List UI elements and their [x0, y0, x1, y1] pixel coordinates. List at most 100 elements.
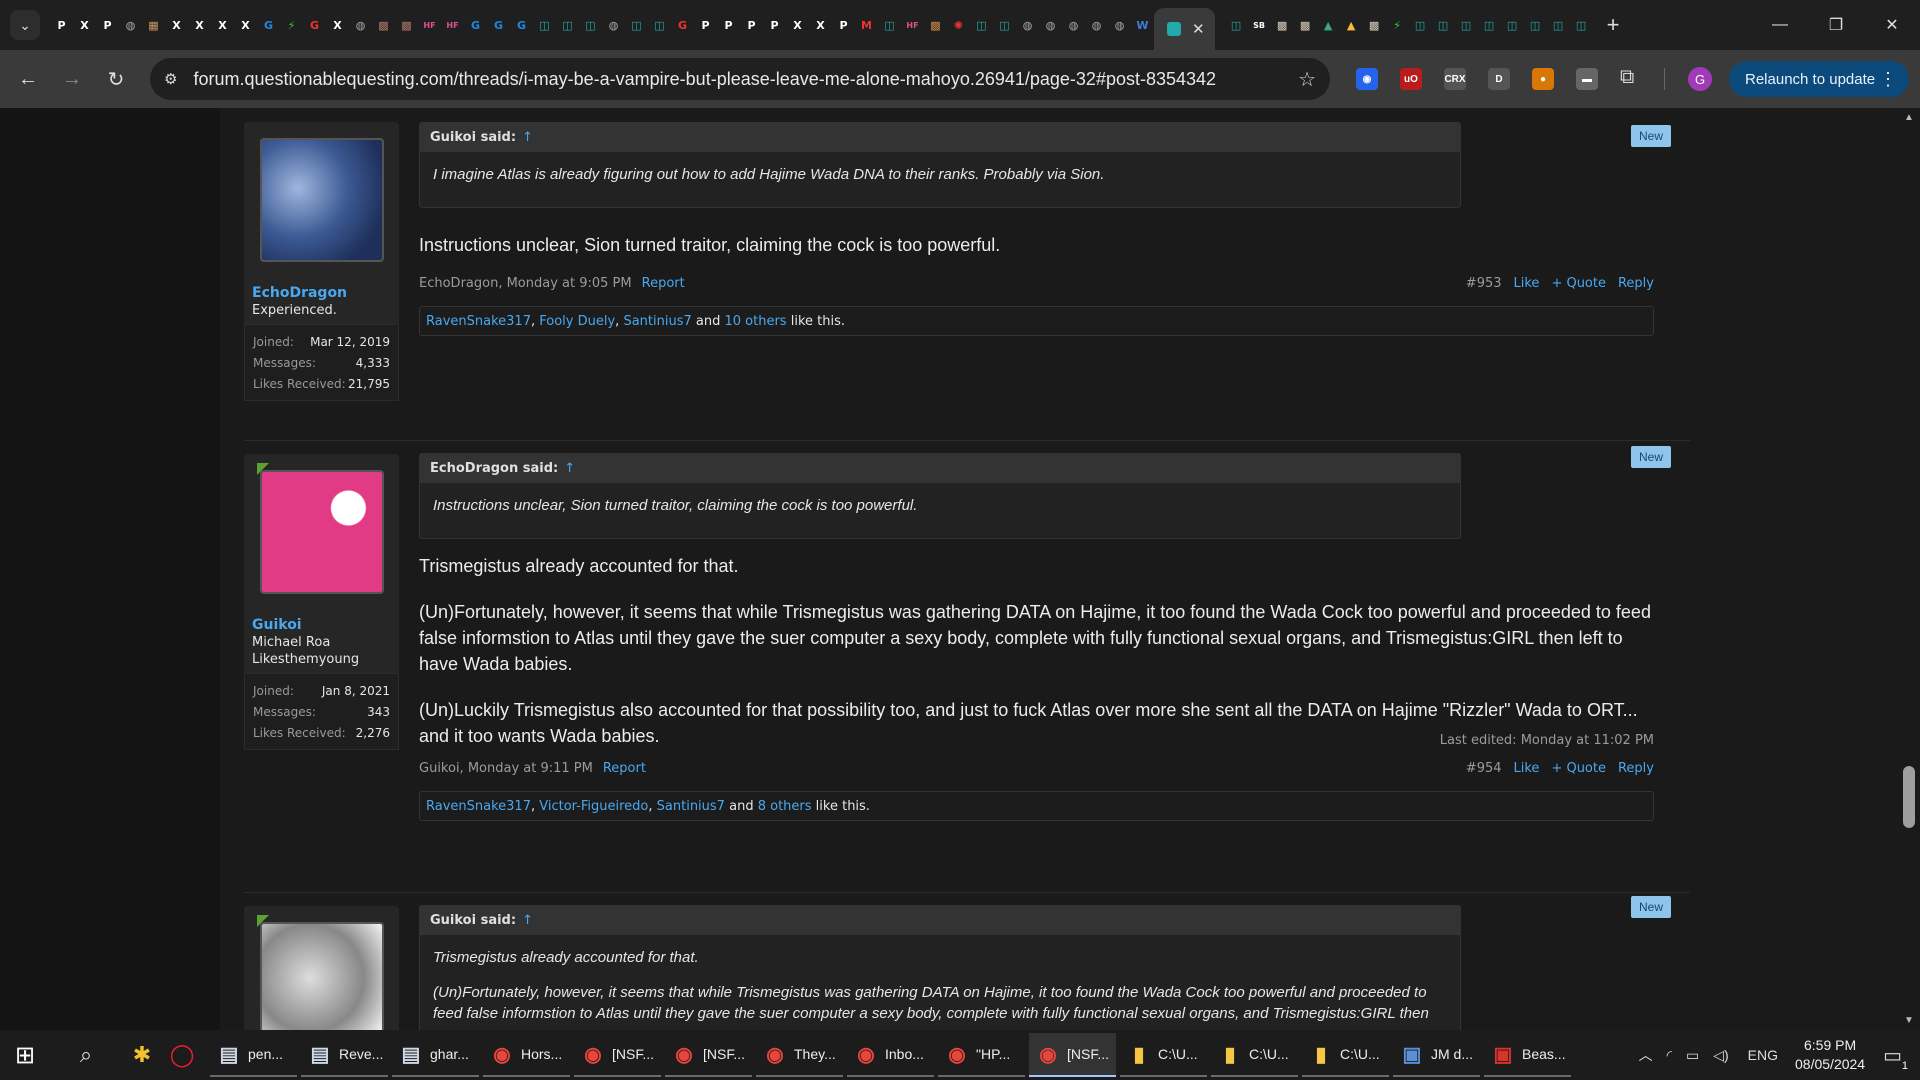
report-link[interactable]: Report — [642, 276, 685, 291]
tab-favicon[interactable]: G — [260, 17, 277, 34]
menu-dots-icon[interactable]: ⋮ — [1879, 69, 1897, 90]
extension-icon[interactable]: ◉ — [1356, 68, 1378, 90]
tab-favicon[interactable]: G — [674, 17, 691, 34]
scrollbar-thumb[interactable] — [1903, 766, 1915, 828]
tab-favicon[interactable]: ▩ — [927, 17, 944, 34]
page-scrollbar[interactable]: ▲ ▼ — [1898, 108, 1920, 1030]
tab-favicon[interactable]: X — [191, 17, 208, 34]
tab-favicon[interactable]: G — [513, 17, 530, 34]
profile-avatar[interactable]: G — [1688, 67, 1712, 91]
search-icon[interactable]: ⌕ — [66, 1042, 106, 1068]
avatar[interactable] — [259, 137, 384, 262]
extension-icon[interactable]: uO — [1400, 68, 1422, 90]
restore-icon[interactable]: ❐ — [1808, 0, 1864, 50]
tab-favicon[interactable]: ◍ — [1088, 17, 1105, 34]
url-text[interactable]: forum.questionablequesting.com/threads/i… — [193, 69, 1216, 90]
likes-others-link[interactable]: 8 others — [758, 799, 812, 814]
quote-header[interactable]: Guikoi said: ↑ — [420, 906, 1460, 935]
tab-favicon[interactable]: ▩ — [1297, 17, 1314, 34]
tab-favicon[interactable]: P — [743, 17, 760, 34]
tab-favicon[interactable]: X — [168, 17, 185, 34]
relaunch-button[interactable]: Relaunch to update ⋮ — [1729, 61, 1909, 97]
like-link[interactable]: Like — [1514, 761, 1540, 776]
taskbar-app-button[interactable]: ▤ Reve... — [301, 1033, 388, 1077]
tab-favicon[interactable]: X — [214, 17, 231, 34]
tab-favicon[interactable]: G — [306, 17, 323, 34]
taskbar-app-button[interactable]: ▮ C:\U... — [1120, 1033, 1207, 1077]
tab-favicon[interactable]: ◫ — [582, 17, 599, 34]
wifi-icon[interactable]: ◜ — [1667, 1047, 1672, 1064]
taskbar-app-button[interactable]: ◉ [NSF... — [665, 1033, 752, 1077]
quote-header[interactable]: Guikoi said: ↑ — [420, 123, 1460, 152]
tab-favicon[interactable]: M — [858, 17, 875, 34]
minimize-icon[interactable]: — — [1752, 0, 1808, 50]
tab-favicon[interactable]: ▲ — [1320, 17, 1337, 34]
taskbar-app-button[interactable]: ▮ C:\U... — [1211, 1033, 1298, 1077]
tab-favicon[interactable]: ◍ — [1111, 17, 1128, 34]
tab-favicon[interactable]: HF — [904, 17, 921, 34]
taskbar-app-button[interactable]: ◉ "HP... — [938, 1033, 1025, 1077]
tab-favicon[interactable]: P — [720, 17, 737, 34]
active-tab[interactable]: ✕ — [1154, 8, 1215, 50]
tab-favicon[interactable]: ▦ — [145, 17, 162, 34]
taskbar-app-button[interactable]: ◉ Hors... — [483, 1033, 570, 1077]
tab-favicon[interactable]: ◫ — [1504, 17, 1521, 34]
close-tab-icon[interactable]: ✕ — [1192, 20, 1205, 38]
tab-favicon[interactable]: ⚡ — [283, 17, 300, 34]
extensions-puzzle-icon[interactable]: ⧉ — [1620, 66, 1634, 89]
tab-favicon[interactable]: X — [812, 17, 829, 34]
post-author-time[interactable]: Guikoi, Monday at 9:11 PM — [419, 761, 593, 776]
tab-favicon[interactable]: ▩ — [1366, 17, 1383, 34]
tab-favicon[interactable]: ◫ — [559, 17, 576, 34]
windows-start-icon[interactable]: ⊞ — [0, 1041, 50, 1070]
close-window-icon[interactable]: ✕ — [1864, 0, 1920, 50]
tab-favicon[interactable]: HF — [444, 17, 461, 34]
address-bar[interactable]: ⚙ forum.questionablequesting.com/threads… — [150, 58, 1330, 100]
quote-link[interactable]: + Quote — [1551, 276, 1606, 291]
tab-favicon[interactable]: ◍ — [1019, 17, 1036, 34]
liker-link[interactable]: Santinius7 — [623, 314, 691, 329]
tray-chevron-up-icon[interactable]: ︿ — [1639, 1045, 1653, 1065]
taskbar-app-button[interactable]: ▤ pen... — [210, 1033, 297, 1077]
taskbar-app-button[interactable]: ▤ ghar... — [392, 1033, 479, 1077]
tab-favicon[interactable]: P — [697, 17, 714, 34]
tab-favicon[interactable]: ▩ — [1274, 17, 1291, 34]
clock[interactable]: 6:59 PM 08/05/2024 — [1795, 1036, 1865, 1074]
tab-favicon[interactable]: X — [237, 17, 254, 34]
tab-favicon[interactable]: SB — [1251, 17, 1268, 34]
battery-icon[interactable]: ▭ — [1686, 1047, 1699, 1064]
tab-favicon[interactable]: ✺ — [950, 17, 967, 34]
reply-link[interactable]: Reply — [1618, 276, 1654, 291]
taskbar-app-button[interactable]: ◉ [NSF... — [1029, 1033, 1116, 1077]
quote-link[interactable]: + Quote — [1551, 761, 1606, 776]
site-info-icon[interactable]: ⚙ — [164, 70, 177, 88]
likes-others-link[interactable]: 10 others — [725, 314, 787, 329]
tab-favicon[interactable]: ◫ — [881, 17, 898, 34]
extension-icon[interactable]: D — [1488, 68, 1510, 90]
taskbar-app-button[interactable]: ◉ [NSF... — [574, 1033, 661, 1077]
liker-link[interactable]: RavenSnake317 — [426, 799, 531, 814]
tab-favicon[interactable]: P — [835, 17, 852, 34]
quote-jump-arrow-icon[interactable]: ↑ — [522, 130, 533, 145]
tab-favicon[interactable]: X — [76, 17, 93, 34]
username-link[interactable]: Guikoi — [244, 609, 399, 633]
tab-favicon[interactable]: ◫ — [1412, 17, 1429, 34]
quote-jump-arrow-icon[interactable]: ↑ — [564, 461, 575, 476]
tab-favicon[interactable]: ◫ — [1435, 17, 1452, 34]
liker-link[interactable]: Fooly Duely — [539, 314, 615, 329]
tab-favicon[interactable]: ◫ — [651, 17, 668, 34]
taskbar-app-button[interactable]: ▮ C:\U... — [1302, 1033, 1389, 1077]
tab-favicon[interactable]: ◫ — [1481, 17, 1498, 34]
tab-favicon[interactable]: ◍ — [352, 17, 369, 34]
taskbar-app-button[interactable]: ◉ They... — [756, 1033, 843, 1077]
tab-favicon[interactable]: X — [789, 17, 806, 34]
back-arrow-icon[interactable]: ← — [6, 68, 50, 91]
tab-favicon[interactable]: ◫ — [536, 17, 553, 34]
tab-favicon[interactable]: P — [99, 17, 116, 34]
tab-favicon[interactable]: ◫ — [1458, 17, 1475, 34]
tab-favicon[interactable]: G — [490, 17, 507, 34]
tab-favicon[interactable]: W — [1134, 17, 1151, 34]
reload-icon[interactable]: ↻ — [94, 67, 138, 92]
tab-favicon[interactable]: ▩ — [398, 17, 415, 34]
volume-icon[interactable]: ◁) — [1713, 1047, 1728, 1064]
